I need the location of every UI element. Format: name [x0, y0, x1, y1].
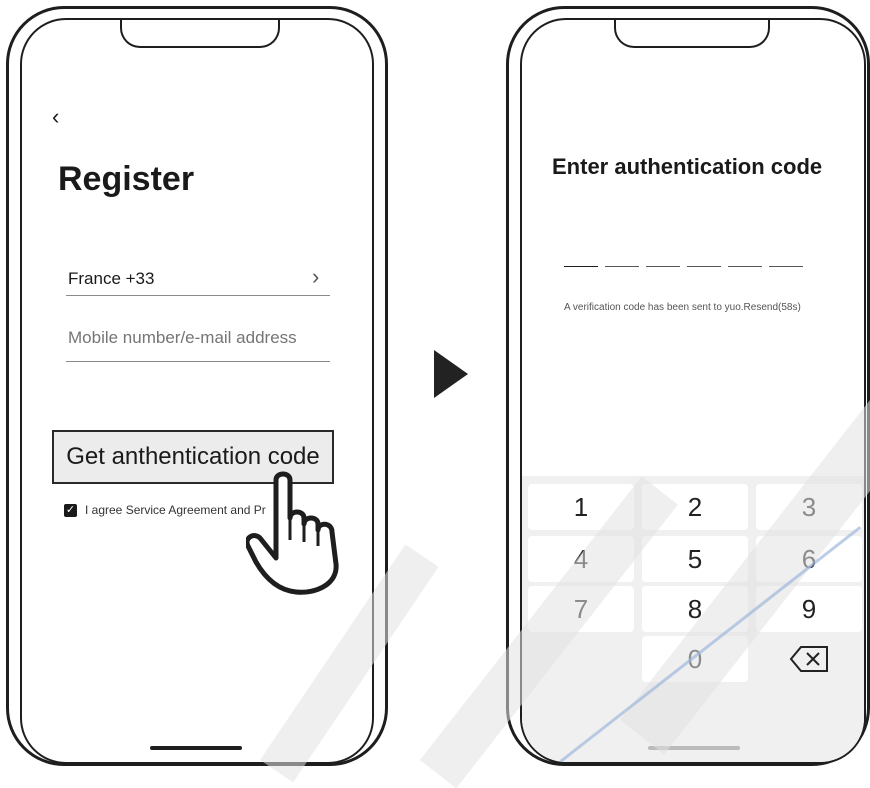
resend-note: A verification code has been sent to yuo… — [564, 302, 801, 313]
play-arrow-icon — [434, 350, 468, 398]
code-slot[interactable] — [646, 266, 680, 267]
code-slot[interactable] — [605, 266, 639, 267]
hand-pointer-icon — [246, 471, 339, 595]
agreement-label: I agree Service Agreement and Pr — [85, 503, 266, 517]
code-slot[interactable] — [687, 266, 721, 267]
code-slot[interactable] — [769, 266, 803, 267]
backspace-key[interactable] — [756, 636, 862, 682]
page-title: Register — [58, 160, 195, 198]
country-field-underline — [66, 295, 330, 296]
auth-code-title: Enter authentication code — [552, 154, 823, 179]
left-home-indicator — [150, 746, 242, 750]
code-slot[interactable] — [564, 266, 598, 267]
back-arrow-icon[interactable]: ‹ — [52, 106, 59, 128]
agree-checkbox[interactable]: ✓ — [64, 504, 77, 517]
contact-field-underline — [66, 361, 330, 362]
country-select[interactable]: France +33 — [68, 269, 154, 289]
chevron-right-icon: › — [312, 264, 320, 289]
code-slot[interactable] — [728, 266, 762, 267]
left-phone-notch — [120, 20, 280, 48]
left-phone-screen: ‹ Register France +33 › Get anthenticati… — [20, 18, 374, 764]
right-phone-notch — [614, 20, 770, 48]
contact-input[interactable] — [66, 328, 330, 348]
backspace-icon — [789, 646, 828, 672]
